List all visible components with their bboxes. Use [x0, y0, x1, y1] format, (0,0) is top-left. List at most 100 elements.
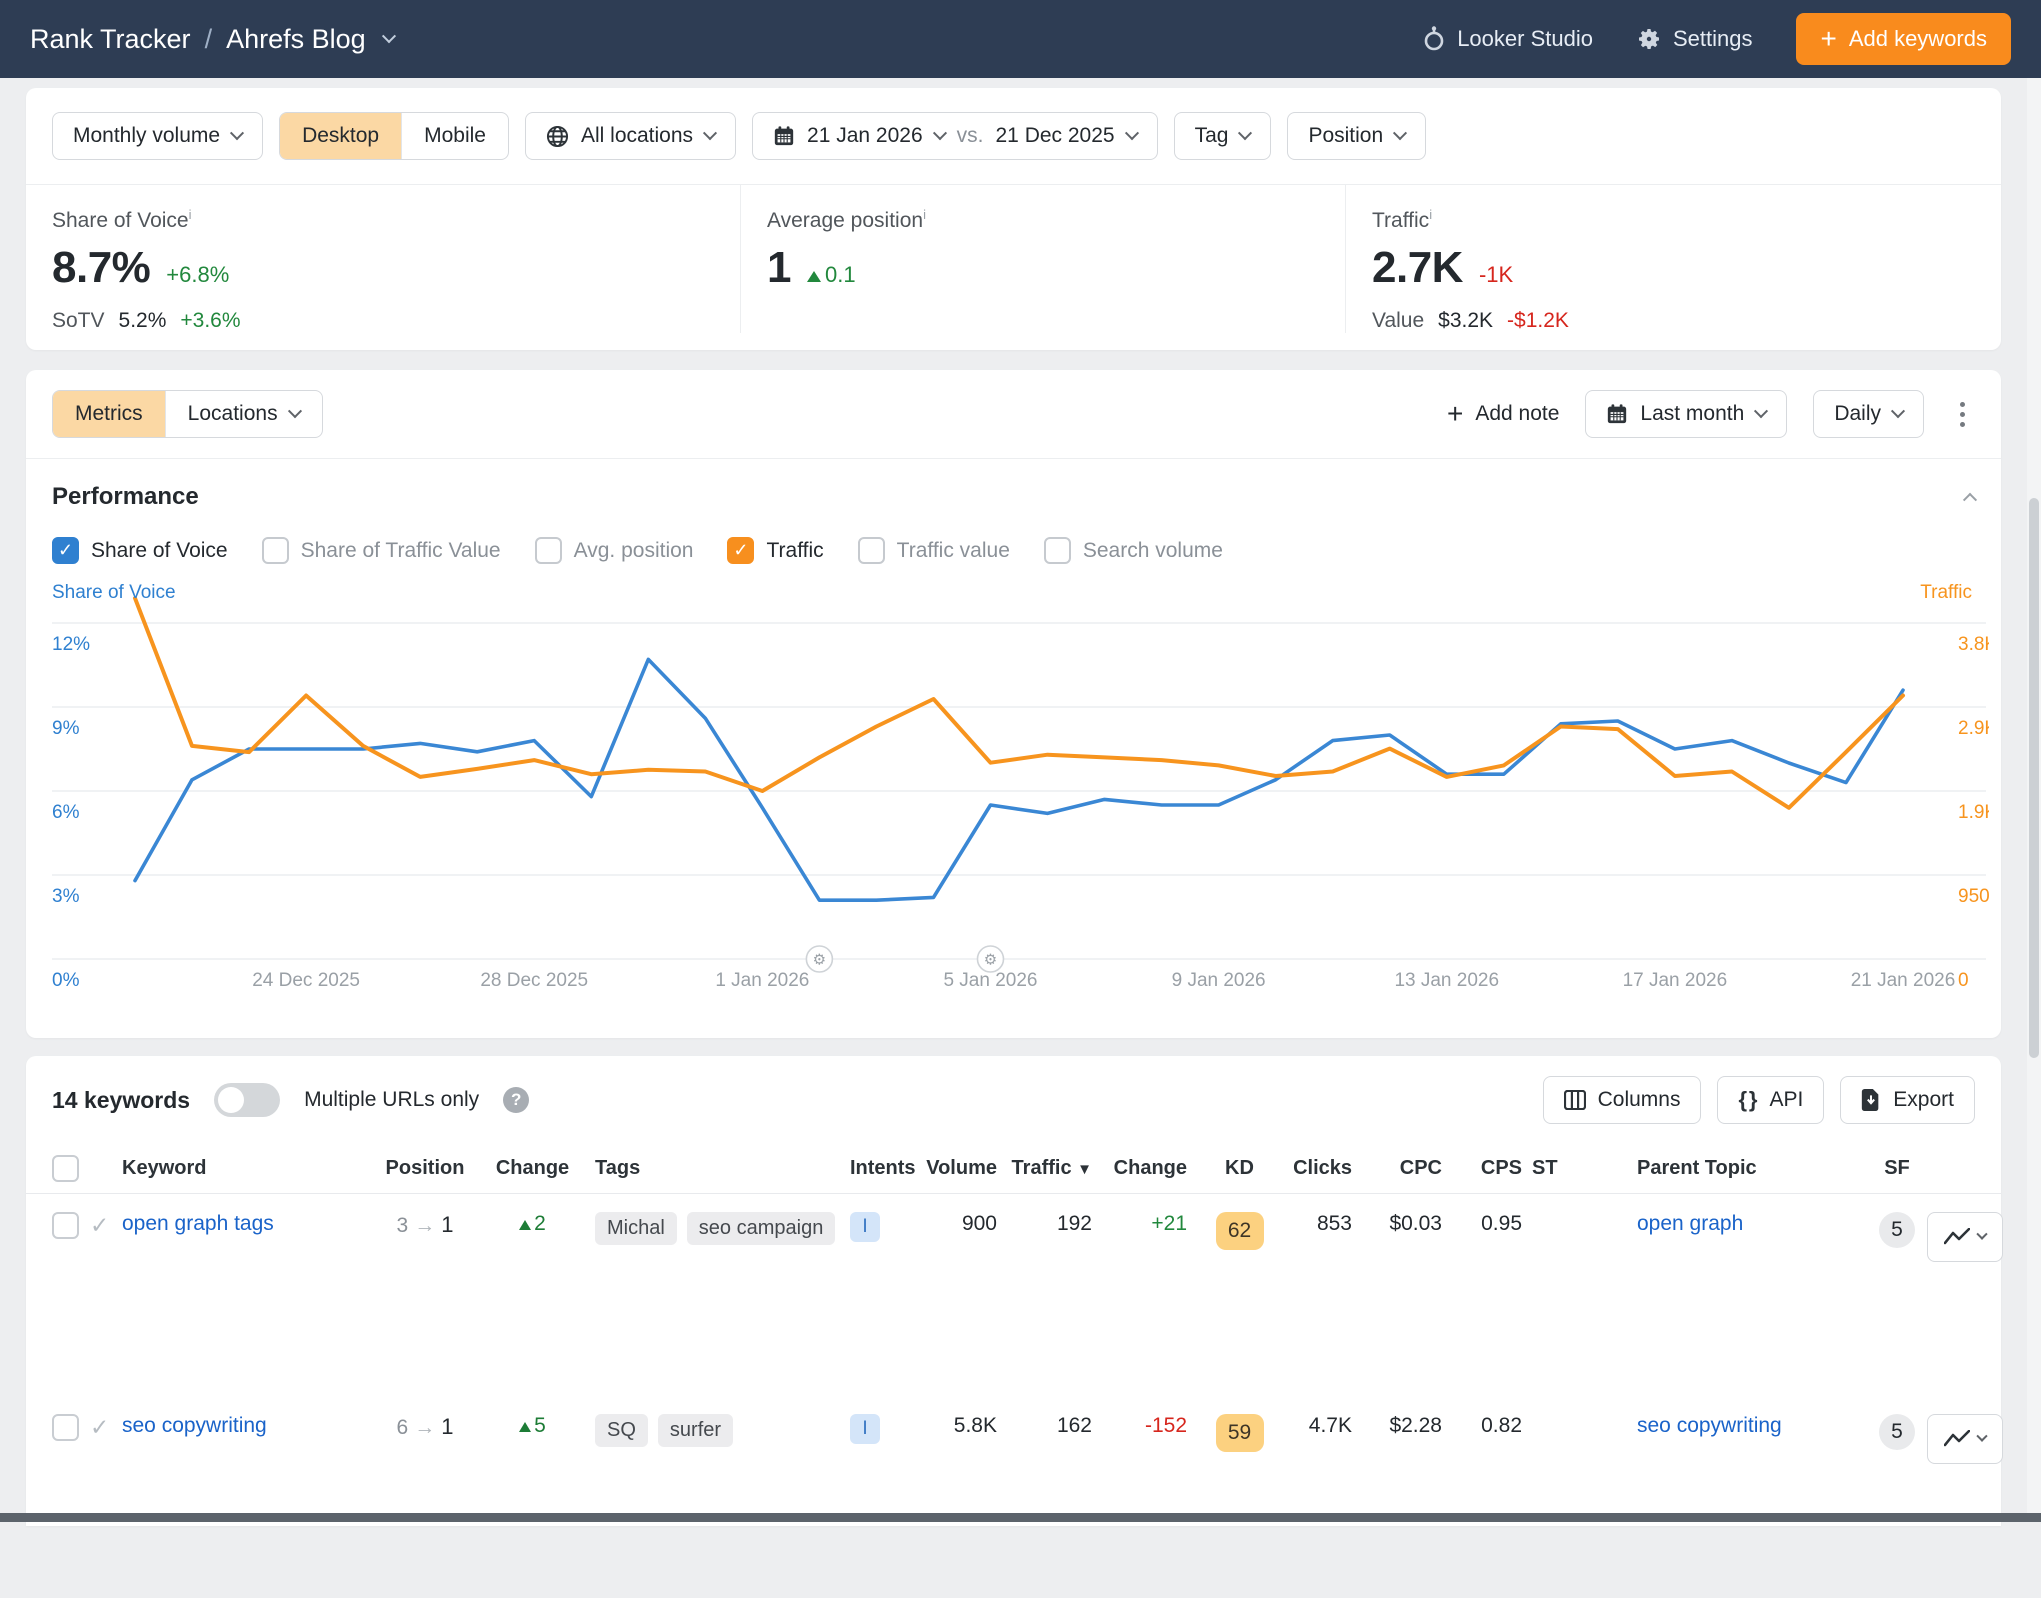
vertical-scrollbar[interactable] — [2027, 78, 2041, 1522]
date-compare-button[interactable]: 21 Jan 2026 vs. 21 Dec 2025 — [752, 112, 1158, 160]
svg-text:1 Jan 2026: 1 Jan 2026 — [715, 970, 809, 991]
top-nav: Looker Studio Settings + Add keywords — [1423, 13, 2011, 65]
api-button[interactable]: { } API — [1717, 1076, 1824, 1124]
metric-avg-position[interactable]: Avg. position — [535, 537, 694, 564]
col-clicks[interactable]: Clicks — [1282, 1157, 1362, 1180]
arrow-right-icon: → — [408, 1214, 441, 1237]
kd-badge: 62 — [1216, 1212, 1264, 1250]
sotv-delta: +3.6% — [180, 309, 240, 333]
info-icon[interactable]: i — [923, 207, 926, 222]
volume-filter-button[interactable]: Monthly volume — [52, 112, 263, 160]
line-chart[interactable]: 12%3.8K9%2.9K6%1.9K3%9500%024 Dec 202528… — [52, 582, 1989, 1007]
col-tags[interactable]: Tags — [595, 1157, 850, 1180]
info-icon[interactable]: i — [1429, 207, 1432, 222]
col-cps[interactable]: CPS — [1452, 1157, 1532, 1180]
device-option-mobile[interactable]: Mobile — [401, 113, 508, 159]
volume-value: 5.8K — [912, 1414, 1007, 1438]
col-st[interactable]: ST — [1532, 1157, 1637, 1180]
clicks-value: 4.7K — [1282, 1414, 1362, 1438]
breadcrumb-root[interactable]: Rank Tracker — [30, 24, 191, 55]
col-sf[interactable]: SF — [1867, 1157, 1927, 1180]
col-position[interactable]: Position — [380, 1157, 470, 1180]
multiple-urls-toggle[interactable] — [214, 1083, 280, 1117]
svg-text:28 Dec 2025: 28 Dec 2025 — [480, 970, 588, 991]
keyword-link[interactable]: open graph tags — [122, 1212, 380, 1236]
more-options-button[interactable] — [1950, 394, 1975, 435]
locations-filter-button[interactable]: All locations — [525, 112, 736, 160]
tag-pill[interactable]: surfer — [658, 1414, 733, 1447]
col-keyword[interactable]: Keyword — [122, 1157, 380, 1180]
col-parent-topic[interactable]: Parent Topic — [1637, 1157, 1867, 1180]
col-change[interactable]: Change — [470, 1157, 595, 1180]
breadcrumb-project[interactable]: Ahrefs Blog — [226, 24, 366, 55]
looker-studio-link[interactable]: Looker Studio — [1423, 26, 1593, 52]
keyword-link[interactable]: seo copywriting — [122, 1414, 380, 1438]
export-icon — [1861, 1089, 1881, 1111]
granularity-button[interactable]: Daily — [1813, 390, 1924, 438]
device-segmented-control: Desktop Mobile — [279, 112, 509, 160]
help-icon[interactable]: ? — [503, 1087, 529, 1113]
traffic-change-value: +21 — [1102, 1212, 1197, 1236]
col-intents[interactable]: Intents — [850, 1157, 912, 1180]
right-axis-title: Traffic — [1920, 582, 1972, 604]
intent-badge[interactable]: I — [850, 1414, 880, 1444]
avg-pos-delta: 0.1 — [825, 262, 856, 287]
tag-pill[interactable]: Michal — [595, 1212, 677, 1245]
add-keywords-button[interactable]: + Add keywords — [1796, 13, 2011, 65]
columns-button[interactable]: Columns — [1543, 1076, 1702, 1124]
cps-value: 0.95 — [1452, 1212, 1532, 1236]
select-all-checkbox[interactable] — [52, 1155, 79, 1182]
serp-chart-button[interactable] — [1927, 1212, 2003, 1262]
calendar-icon — [773, 125, 795, 147]
chevron-down-icon[interactable] — [382, 29, 396, 43]
keywords-table-card: 14 keywords Multiple URLs only ? Columns… — [26, 1056, 2001, 1526]
metric-search-volume[interactable]: Search volume — [1044, 537, 1223, 564]
tag-pill[interactable]: seo campaign — [687, 1212, 836, 1245]
metric-share-of-voice[interactable]: ✓ Share of Voice — [52, 537, 228, 564]
col-traffic-sort[interactable]: Traffic ▼ — [1007, 1157, 1102, 1180]
export-button[interactable]: Export — [1840, 1076, 1975, 1124]
collapse-chevron-icon[interactable] — [1963, 493, 1977, 507]
metric-traffic[interactable]: ✓ Traffic — [727, 537, 823, 564]
value-amount: $3.2K — [1438, 309, 1493, 333]
checkbox-icon — [1044, 537, 1071, 564]
settings-link[interactable]: Settings — [1637, 26, 1753, 52]
tag-pill[interactable]: SQ — [595, 1414, 648, 1447]
metric-share-of-traffic-value[interactable]: Share of Traffic Value — [262, 537, 501, 564]
date-range-button[interactable]: Last month — [1585, 390, 1787, 438]
tag-filter-button[interactable]: Tag — [1174, 112, 1272, 160]
stat-label: Share of Voice — [52, 209, 189, 232]
svg-text:⚙: ⚙ — [984, 952, 997, 969]
serp-chart-button[interactable] — [1927, 1414, 2003, 1464]
scrollbar-thumb[interactable] — [2029, 498, 2039, 1058]
calendar-icon — [1606, 403, 1628, 425]
col-volume[interactable]: Volume — [912, 1157, 1007, 1180]
traffic-value: 192 — [1007, 1212, 1102, 1236]
position-change: 2 — [470, 1212, 595, 1236]
up-arrow-icon — [519, 1422, 531, 1432]
parent-topic-link[interactable]: seo copywriting — [1637, 1414, 1867, 1438]
row-checkbox[interactable] — [52, 1414, 79, 1441]
tab-locations[interactable]: Locations — [165, 391, 322, 437]
row-checkbox[interactable] — [52, 1212, 79, 1239]
vs-label: vs. — [957, 124, 984, 148]
chevron-down-icon — [703, 126, 717, 140]
col-traffic-change[interactable]: Change — [1102, 1157, 1197, 1180]
position-filter-button[interactable]: Position — [1287, 112, 1426, 160]
svg-text:21 Jan 2026: 21 Jan 2026 — [1851, 970, 1956, 991]
device-option-desktop[interactable]: Desktop — [280, 113, 401, 159]
table-header-row: Keyword Position Change Tags Intents Vol… — [26, 1144, 2001, 1194]
checkbox-icon — [262, 537, 289, 564]
intent-badge[interactable]: I — [850, 1212, 880, 1242]
add-note-button[interactable]: + Add note — [1447, 398, 1559, 430]
position-change: 5 — [470, 1414, 595, 1438]
col-cpc[interactable]: CPC — [1362, 1157, 1452, 1180]
filter-bar: Monthly volume Desktop Mobile All locati… — [26, 88, 2001, 160]
chevron-down-icon — [1393, 126, 1407, 140]
metric-traffic-value[interactable]: Traffic value — [858, 537, 1010, 564]
info-icon[interactable]: i — [189, 207, 192, 222]
col-kd[interactable]: KD — [1197, 1157, 1282, 1180]
tab-metrics[interactable]: Metrics — [53, 391, 165, 437]
chevron-down-icon — [230, 126, 244, 140]
parent-topic-link[interactable]: open graph — [1637, 1212, 1867, 1236]
